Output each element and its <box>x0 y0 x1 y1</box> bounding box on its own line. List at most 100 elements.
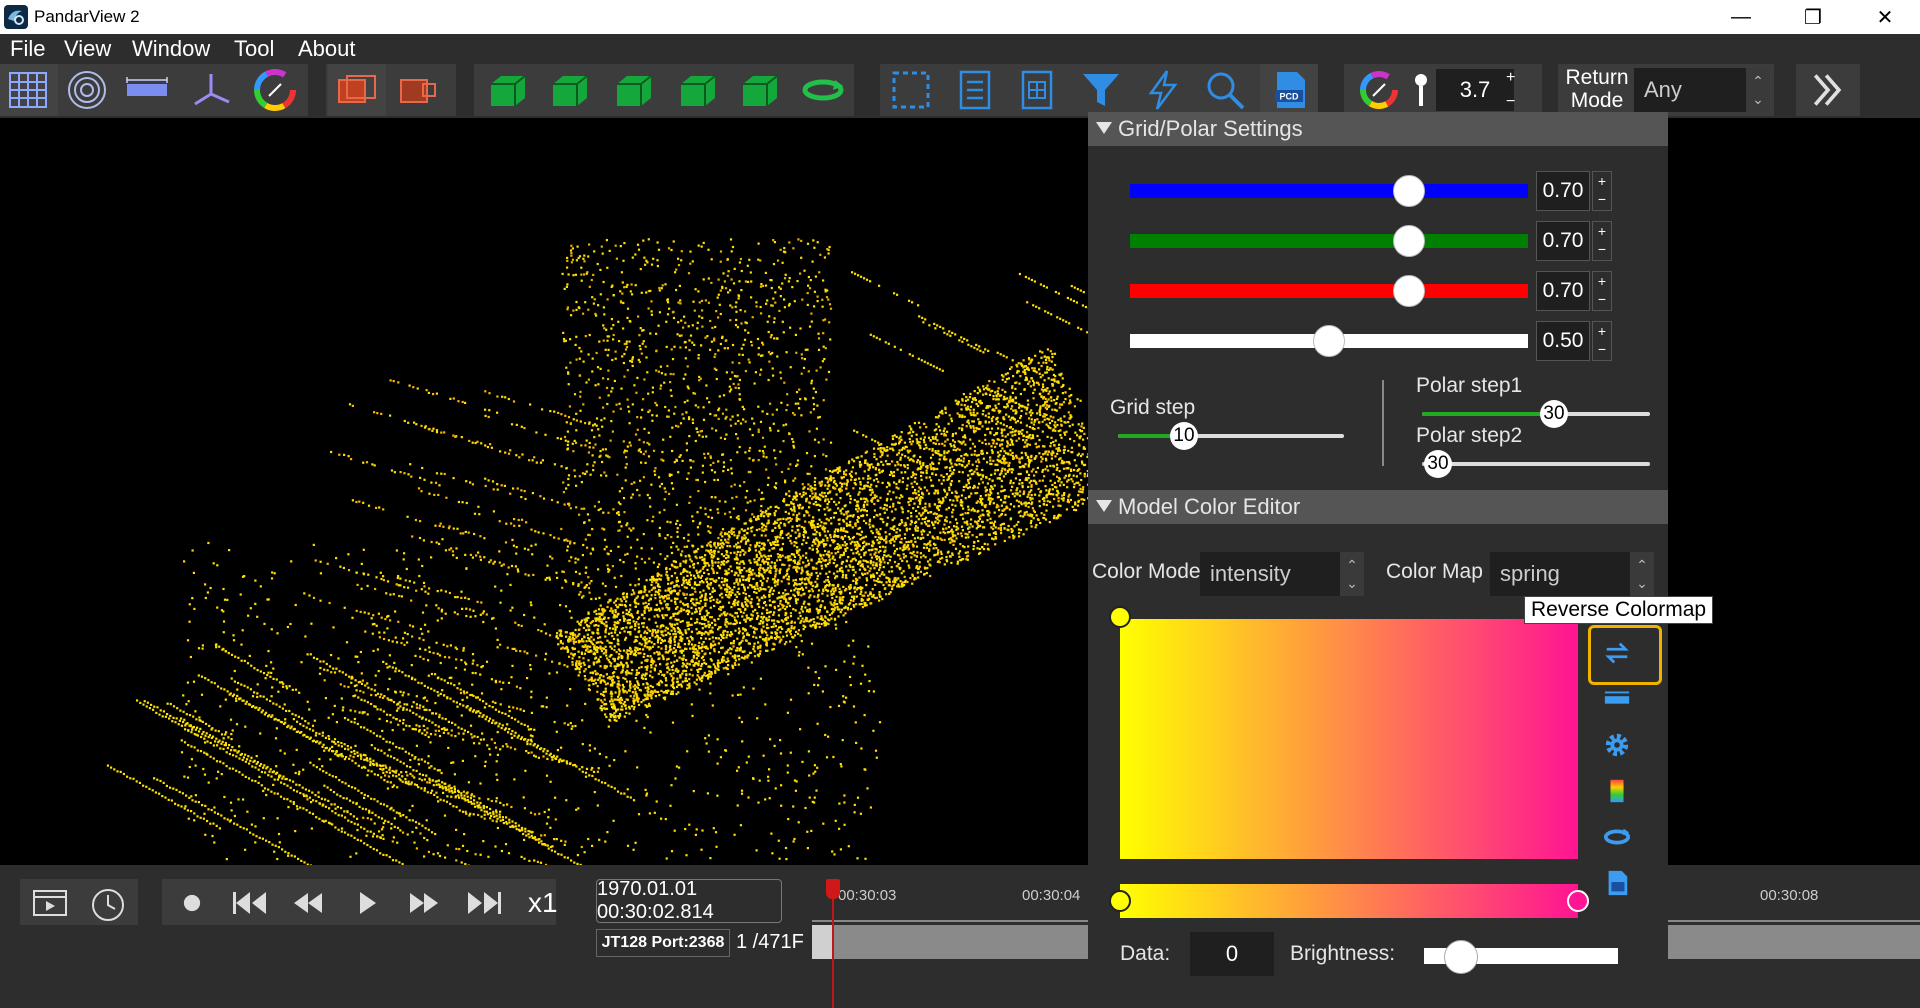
skip-to-start-button[interactable] <box>226 879 274 927</box>
frame-overlay-button[interactable] <box>328 64 386 116</box>
minimize-button[interactable]: — <box>1712 0 1770 34</box>
reverse-colormap-button[interactable] <box>1600 636 1634 670</box>
increase-button[interactable]: + <box>1598 223 1606 239</box>
timer-button[interactable] <box>84 879 132 927</box>
return-mode-select[interactable]: Any <box>1634 68 1746 112</box>
cube-view-5-button[interactable] <box>730 64 788 116</box>
color-wheel-button[interactable] <box>246 64 304 116</box>
menu-file[interactable]: File <box>10 36 45 62</box>
document-list-button[interactable] <box>946 64 1004 116</box>
filter-button[interactable] <box>1072 64 1130 116</box>
settings-button[interactable] <box>1600 728 1634 762</box>
menu-window[interactable]: Window <box>132 36 210 62</box>
rewind-button[interactable] <box>284 879 332 927</box>
video-mode-button[interactable] <box>26 879 74 927</box>
gradient-top-stop[interactable] <box>1109 606 1131 628</box>
grid-color-value-field[interactable]: 0.70 <box>1536 221 1590 261</box>
color-mode-select[interactable]: intensity <box>1200 552 1340 596</box>
ruler-button[interactable] <box>118 64 176 116</box>
grid-color-value-field[interactable]: 0.50 <box>1536 321 1590 361</box>
polar-step1-handle[interactable]: 30 <box>1540 400 1568 428</box>
polar-step2-track[interactable] <box>1422 462 1650 466</box>
increase-button[interactable]: + <box>1598 273 1606 289</box>
polar-view-button[interactable] <box>58 64 116 116</box>
grid-color-spinner[interactable]: + − <box>1592 171 1612 211</box>
select-region-button[interactable] <box>882 64 940 116</box>
cube-view-2-button[interactable] <box>540 64 598 116</box>
grid-color-slider-2[interactable] <box>1130 284 1528 298</box>
color-map-label: Color Map <box>1386 560 1483 583</box>
grid-color-slider-handle[interactable] <box>1313 325 1345 357</box>
point-size-increase[interactable]: + <box>1506 70 1515 86</box>
playback-speed[interactable]: x1 <box>528 887 558 919</box>
grid-color-spinner[interactable]: + − <box>1592 321 1612 361</box>
decrease-button[interactable]: − <box>1598 191 1606 207</box>
search-button[interactable] <box>1196 64 1254 116</box>
play-button[interactable] <box>342 879 390 927</box>
return-mode-spinner[interactable]: ⌃ ⌄ <box>1746 68 1770 112</box>
cube-view-1-button[interactable] <box>478 64 536 116</box>
grid-color-spinner[interactable]: + − <box>1592 221 1612 261</box>
decrease-button[interactable]: − <box>1598 291 1606 307</box>
grid-step-handle[interactable]: 10 <box>1170 422 1198 450</box>
fast-forward-button[interactable] <box>400 879 448 927</box>
palette-button[interactable] <box>1600 774 1634 808</box>
polar-step1-label: Polar step1 <box>1416 374 1523 397</box>
grid-color-slider-handle[interactable] <box>1392 225 1425 257</box>
menu-tool[interactable]: Tool <box>234 36 274 62</box>
color-mode-spinner[interactable]: ⌃ ⌄ <box>1340 552 1364 596</box>
grid-color-slider-0[interactable] <box>1130 184 1528 198</box>
color-map-select[interactable]: spring <box>1490 552 1630 596</box>
color-mode-label-clip: Color Mode <box>1092 552 1200 594</box>
timestamp-display: 1970.01.01 00:30:02.814 <box>596 878 782 923</box>
decrease-button[interactable]: − <box>1598 241 1606 257</box>
lightning-button[interactable] <box>1134 64 1192 116</box>
record-button[interactable] <box>168 879 216 927</box>
polar-step1-fill <box>1422 412 1552 416</box>
export-file-button[interactable] <box>1600 866 1634 900</box>
model-color-editor-header[interactable]: Model Color Editor <box>1088 490 1668 524</box>
gradient-end-stop[interactable] <box>1567 890 1589 912</box>
polar-step2-handle[interactable]: 30 <box>1424 450 1452 478</box>
decrease-button[interactable]: − <box>1598 341 1606 357</box>
color-map-spinner[interactable]: ⌃ ⌄ <box>1630 552 1654 596</box>
data-value-field[interactable]: 0 <box>1190 932 1274 976</box>
range-button[interactable] <box>1600 682 1634 716</box>
grid-color-slider-1[interactable] <box>1130 234 1528 248</box>
gradient-start-stop[interactable] <box>1109 890 1131 912</box>
colormap-stops-bar[interactable] <box>1120 884 1578 918</box>
axis-icon <box>194 74 230 106</box>
grid-document-button[interactable] <box>1008 64 1066 116</box>
grid-color-slider-handle[interactable] <box>1392 275 1425 307</box>
data-label: Data: <box>1120 942 1171 965</box>
more-tools-button[interactable] <box>1796 64 1860 116</box>
increase-button[interactable]: + <box>1598 323 1606 339</box>
loop-button[interactable] <box>1600 820 1634 854</box>
grid-color-slider-handle[interactable] <box>1392 175 1425 207</box>
lightning-icon <box>1148 70 1178 110</box>
rotate-view-button[interactable] <box>794 64 852 116</box>
pcd-file-button[interactable]: PCD <box>1260 64 1318 116</box>
close-button[interactable]: ✕ <box>1856 0 1914 34</box>
point-color-button[interactable] <box>1352 64 1406 116</box>
menu-about[interactable]: About <box>298 36 356 62</box>
axis-button[interactable] <box>182 64 240 116</box>
point-size-decrease[interactable]: − <box>1506 94 1515 110</box>
playhead-handle[interactable] <box>826 879 840 899</box>
colormap-preview[interactable] <box>1120 619 1578 859</box>
increase-button[interactable]: + <box>1598 173 1606 189</box>
cube-view-4-button[interactable] <box>668 64 726 116</box>
grid-polar-settings-header[interactable]: Grid/Polar Settings <box>1088 112 1668 146</box>
grid-color-value-field[interactable]: 0.70 <box>1536 271 1590 311</box>
grid-color-value-field[interactable]: 0.70 <box>1536 171 1590 211</box>
grid-color-spinner[interactable]: + − <box>1592 271 1612 311</box>
menu-view[interactable]: View <box>64 36 111 62</box>
grid-view-button[interactable] <box>0 64 58 116</box>
return-mode-label-line1: Return <box>1565 66 1629 89</box>
skip-to-end-button[interactable] <box>460 879 508 927</box>
maximize-button[interactable]: ❐ <box>1784 0 1842 34</box>
frame-overlay-alt-button[interactable] <box>390 64 448 116</box>
brightness-handle[interactable] <box>1444 940 1479 974</box>
point-size-input[interactable]: 3.7 <box>1436 69 1514 111</box>
cube-view-3-button[interactable] <box>604 64 662 116</box>
